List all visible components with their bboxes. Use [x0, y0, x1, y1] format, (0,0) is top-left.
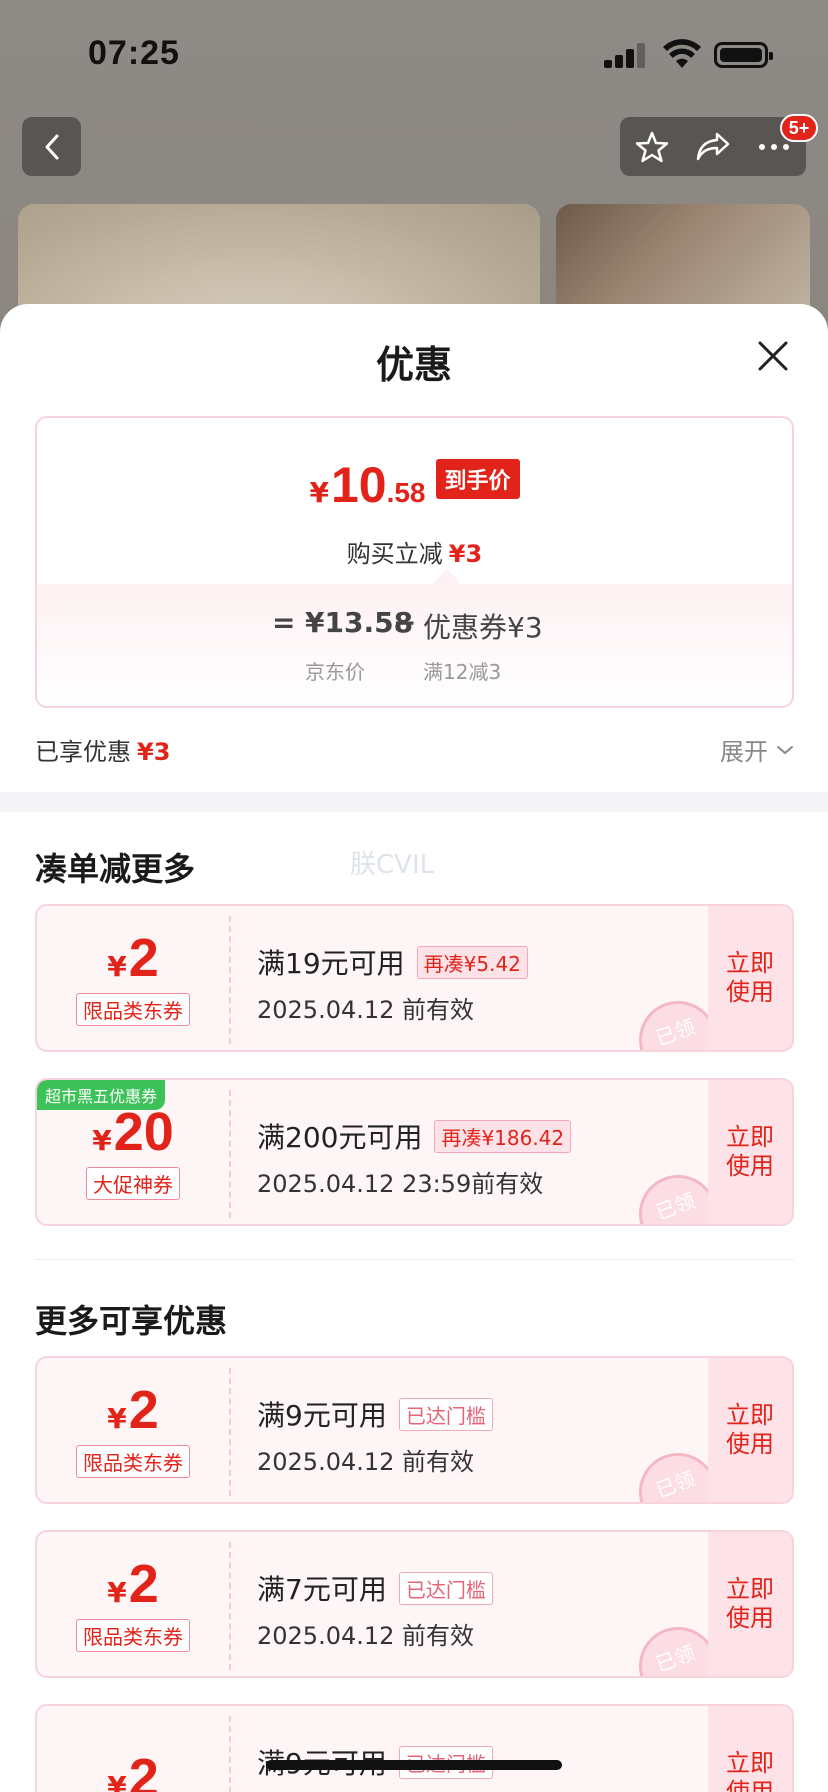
sheet-title: 优惠 [375, 343, 452, 387]
back-arrow-icon [45, 134, 58, 159]
coupon-separator [229, 916, 231, 1044]
use-now-label: 立即使用 [726, 1123, 774, 1180]
coupon-amount: 2 [128, 1553, 159, 1614]
coupon-separator [229, 1542, 231, 1670]
coupon-type-tag: 限品类东券 [76, 1618, 190, 1652]
back-button[interactable] [22, 117, 81, 176]
coupon-validity: 2025.04.12 23:59前有效 [257, 1170, 544, 1198]
coupon-hint: 再凑¥186.42 [434, 1119, 572, 1153]
notification-badge: 5+ [780, 114, 818, 142]
expand-button[interactable]: 展开 [720, 732, 794, 767]
price-formula-section: = ¥13.58 − 优惠券¥3 京东价 满12减3 [37, 584, 792, 706]
coupon-condition: 满19元可用 [257, 947, 405, 980]
enjoyed-label: 已享优惠 [35, 738, 131, 766]
coupon-card: ¥ 2 限品类东券 满7元可用 已达门槛 2025.04.12 前有效 已领 立… [35, 1530, 794, 1678]
coupon-card: ¥ 2 限品类东券 满9元可用 已达门槛 2025.04.12 前有效 已领 立… [35, 1356, 794, 1504]
coupon-currency: ¥ [107, 1575, 127, 1609]
battery-icon [714, 42, 773, 68]
final-price-currency: ¥ [309, 476, 329, 509]
jd-price-label: 京东价 [305, 660, 365, 684]
formula-equals: = [272, 606, 296, 639]
coupon-hint: 已达门槛 [398, 1397, 493, 1431]
coupon-hint: 再凑¥5.42 [416, 945, 528, 979]
use-now-label: 立即使用 [726, 1575, 774, 1632]
coupon-amount: 20 [113, 1101, 174, 1162]
share-button[interactable] [683, 117, 743, 176]
use-now-button[interactable]: 立即使用 [708, 1080, 792, 1224]
final-price-section: ¥ 10 .58 到手价 购买立减 ¥3 [37, 418, 792, 584]
section-separator [35, 1259, 794, 1260]
more-icon [759, 143, 789, 150]
use-now-label: 立即使用 [726, 949, 774, 1006]
final-price-integer: 10 [330, 457, 387, 513]
coupon-currency: ¥ [107, 949, 127, 983]
coupon-validity: 2025.04.12 前有效 [257, 1448, 475, 1476]
home-indicator[interactable] [266, 1760, 562, 1770]
coupon-amount-section: ¥ 20 大促神券 [37, 1080, 229, 1224]
enjoyed-discount-row: 已享优惠 ¥3 展开 [35, 728, 794, 768]
use-now-label: 立即使用 [726, 1749, 774, 1792]
coupon-amount: 2 [128, 1379, 159, 1440]
watermark: 朕CVIL [350, 850, 435, 880]
formula-minus: − [393, 606, 417, 639]
share-icon [696, 132, 730, 160]
coupon-amount-section: ¥ 2 限品类东券 [37, 1358, 229, 1502]
coupon-condition: 满9元可用 [257, 1399, 387, 1432]
coupon-currency: ¥ [107, 1770, 127, 1792]
coupon-separator [229, 1368, 231, 1496]
header-actions [620, 117, 806, 176]
coupon-rule: 满12减3 [423, 660, 502, 684]
wifi-icon [663, 39, 701, 68]
enjoyed-value: ¥3 [137, 738, 171, 766]
coupon-separator [229, 1716, 231, 1792]
coupon-amount: 2 [128, 1748, 159, 1792]
final-price: ¥ 10 .58 到手价 [37, 456, 792, 514]
use-now-button[interactable]: 立即使用 [708, 906, 792, 1050]
coupon-currency: ¥ [107, 1401, 127, 1435]
final-price-tag: 到手价 [435, 459, 520, 499]
coupon-amount: 2 [128, 927, 159, 988]
status-bar: 07:25 [0, 0, 828, 100]
coupon-amount-section: ¥ 2 [37, 1706, 229, 1792]
coupon-condition: 满200元可用 [257, 1121, 423, 1154]
chevron-down-icon [777, 745, 793, 754]
price-breakdown-card: ¥ 10 .58 到手价 购买立减 ¥3 = ¥13.58 − 优惠券¥3 京东价… [35, 416, 794, 708]
coupon-card: ¥ 2 限品类东券 满19元可用 再凑¥5.42 2025.04.12 前有效 … [35, 904, 794, 1052]
buy-reduce-value: ¥3 [448, 540, 483, 568]
status-time: 07:25 [88, 34, 180, 72]
section-title-more-offers: 更多可享优惠 [35, 1302, 228, 1340]
coupon-hint: 已达门槛 [398, 1571, 493, 1605]
close-icon[interactable] [756, 339, 790, 373]
expand-label: 展开 [720, 738, 768, 766]
coupon-type-tag: 限品类东券 [76, 992, 190, 1026]
star-icon [635, 131, 669, 162]
coupon-condition: 满7元可用 [257, 1573, 387, 1606]
use-now-button[interactable]: 立即使用 [708, 1532, 792, 1676]
price-notch [433, 568, 461, 584]
section-divider [0, 792, 828, 812]
coupon-amount-section: ¥ 2 限品类东券 [37, 1532, 229, 1676]
coupon-validity: 2025.04.12 前有效 [257, 996, 475, 1024]
discount-sheet: 优惠 ¥ 10 .58 到手价 购买立减 ¥3 = ¥13.58 − 优惠券¥3 … [0, 304, 828, 1792]
use-now-label: 立即使用 [726, 1401, 774, 1458]
coupon-amount-section: ¥ 2 限品类东券 [37, 906, 229, 1050]
coupon-separator [229, 1090, 231, 1218]
favorite-button[interactable] [622, 117, 682, 176]
coupon-validity: 2025.04.12 前有效 [257, 1622, 475, 1650]
coupon-card: ¥ 2 满9元可用 已达门槛 立即使用 [35, 1704, 794, 1792]
coupon-type-tag: 大促神券 [86, 1166, 180, 1200]
use-now-button[interactable]: 立即使用 [708, 1358, 792, 1502]
coupon-type-tag: 限品类东券 [76, 1444, 190, 1478]
buy-reduce-label: 购买立减 [346, 540, 443, 568]
use-now-button[interactable]: 立即使用 [708, 1706, 792, 1792]
section-title-more-discount: 凑单减更多 [35, 850, 196, 888]
signal-icon [604, 42, 648, 68]
coupon-card: 超市黑五优惠券 ¥ 20 大促神券 满200元可用 再凑¥186.42 2025… [35, 1078, 794, 1226]
coupon-currency: ¥ [92, 1123, 112, 1157]
coupon-value: 优惠券¥3 [423, 611, 543, 644]
final-price-decimal: .58 [386, 477, 426, 508]
buy-reduce-line: 购买立减 ¥3 [37, 534, 792, 569]
